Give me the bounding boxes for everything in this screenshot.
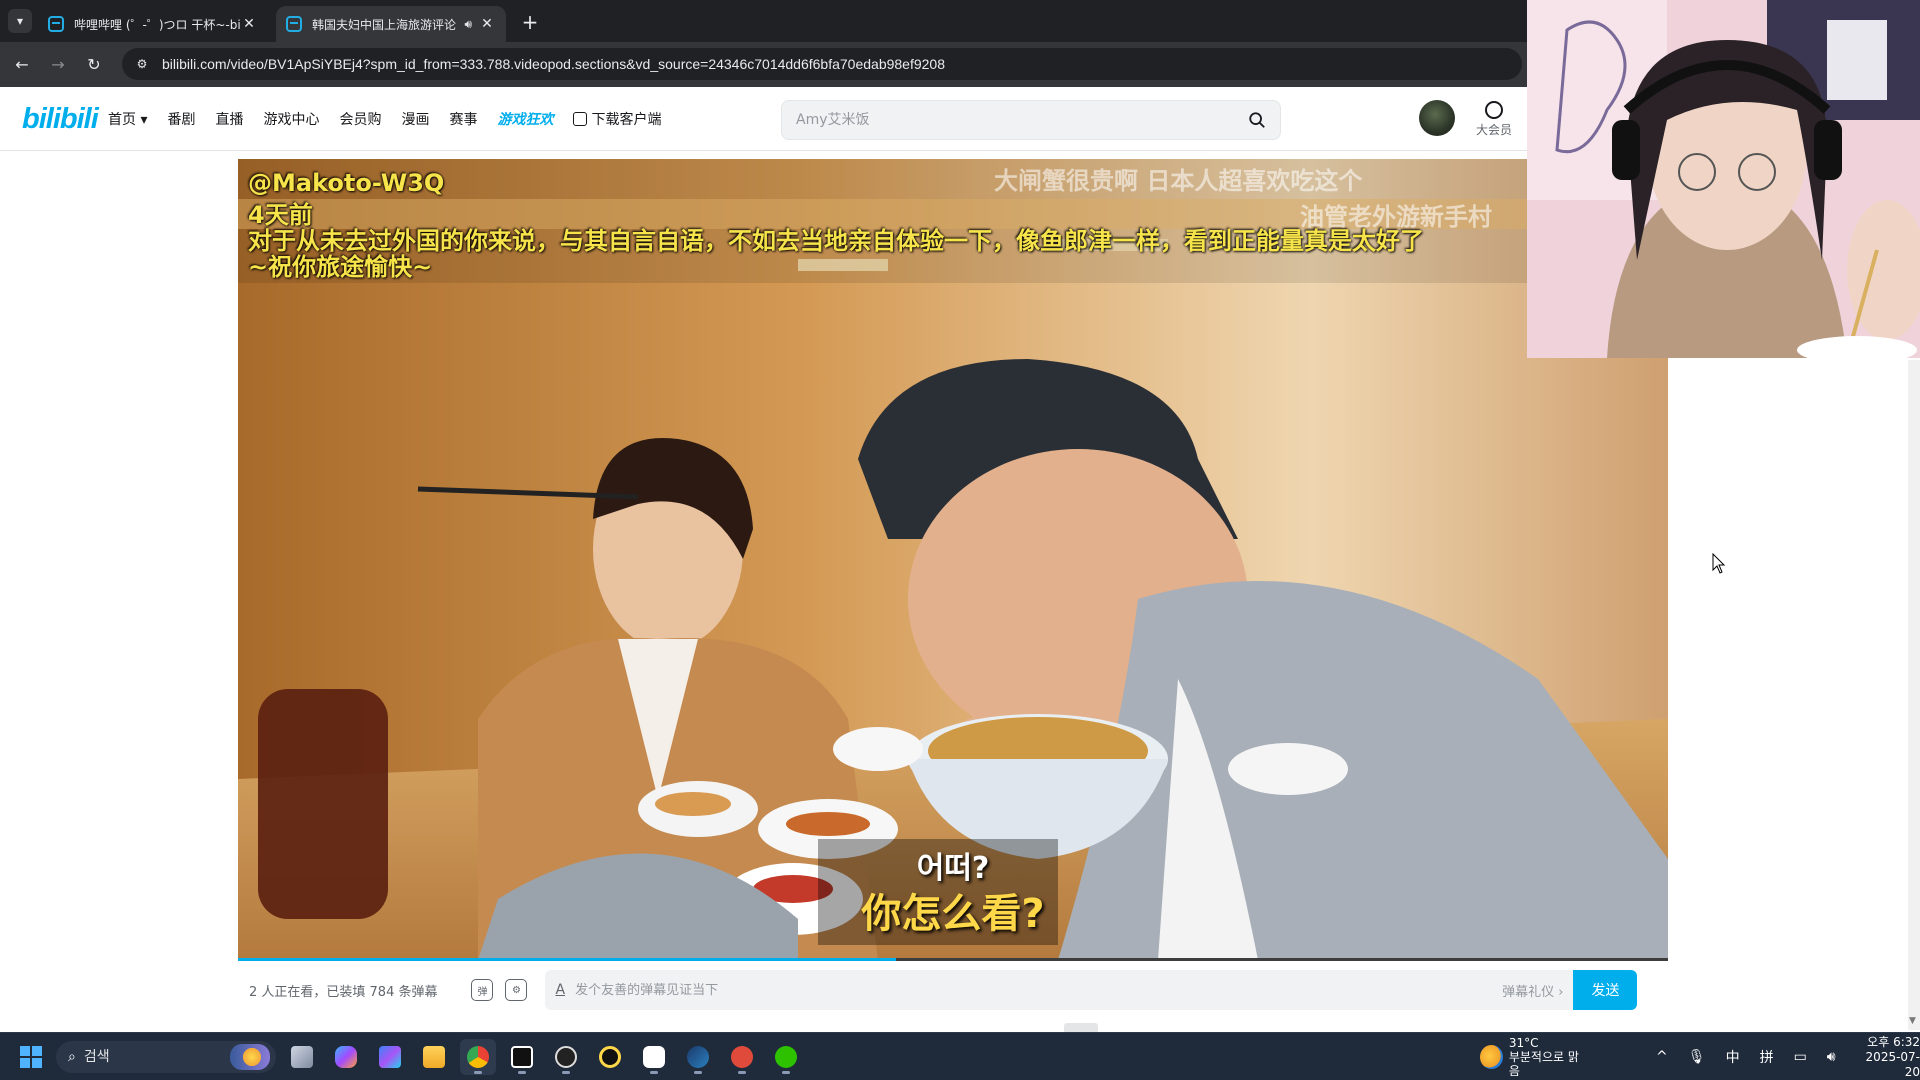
app-red-icon[interactable] xyxy=(724,1039,760,1075)
system-tray: 31°C 부분적으로 맑음 ^ 🎙︎ 中 拼 ▭ 🔊︎ 오후 6:32 2025… xyxy=(1480,1035,1920,1079)
danmaku-item: 大闸蟹很贵啊 日本人超喜欢吃这个 xyxy=(994,167,1363,195)
site-info-icon[interactable]: ⚙ xyxy=(134,56,150,72)
temperature: 31°C xyxy=(1508,1036,1539,1050)
nav-download-client[interactable]: 下载客户端 xyxy=(573,109,661,129)
nav-game-carnival[interactable]: 游戏狂欢 xyxy=(497,109,553,129)
danmaku-input[interactable] xyxy=(575,982,1503,998)
microphone-icon[interactable]: 🎙︎ xyxy=(1688,1049,1706,1065)
volume-icon[interactable]: 🔊︎ xyxy=(1827,1049,1836,1065)
taskbar-search-input[interactable] xyxy=(83,1049,230,1065)
send-danmaku-button[interactable]: 发送 xyxy=(1573,970,1638,1010)
nav-anime[interactable]: 番剧 xyxy=(167,109,195,129)
clock-date: 2025-07-20 xyxy=(1865,1049,1920,1079)
taskbar: ⌕ 31°C 부분적으로 맑음 ^ 🎙︎ 中 拼 ▭ 🔊︎ 오후 6:32 20… xyxy=(0,1032,1920,1080)
nav-manga[interactable]: 漫画 xyxy=(401,109,429,129)
task-view-icon[interactable] xyxy=(284,1039,320,1075)
bilibili-logo[interactable]: bilibili xyxy=(22,103,99,136)
bilibili-tv-icon xyxy=(48,16,64,32)
main-nav: 首页 ▾ 番剧 直播 游戏中心 会员购 漫画 赛事 游戏狂欢 下载客户端 xyxy=(108,109,661,129)
tab-title: 韩国夫妇中国上海旅游评论 xyxy=(312,17,457,32)
copilot-icon[interactable] xyxy=(328,1039,364,1075)
url-text[interactable]: bilibili.com/video/BV1ApSiYBEj4?spm_id_f… xyxy=(162,56,945,72)
search-highlight-icon xyxy=(230,1044,270,1070)
scroll-down-arrow[interactable]: ▼ xyxy=(1909,1016,1916,1026)
ime-mode[interactable]: 中 xyxy=(1726,1047,1740,1067)
vip-icon xyxy=(1485,101,1503,119)
speaker-icon[interactable]: 🔊︎ xyxy=(464,17,472,32)
search-box xyxy=(781,100,1281,140)
comment-text-2: ~祝你旅途愉快~ xyxy=(248,253,433,281)
video-progress-bar[interactable] xyxy=(238,958,1668,961)
video-progress-fill xyxy=(238,958,896,961)
back-button[interactable]: ← xyxy=(10,52,34,76)
bilibili-tv-icon xyxy=(286,16,302,32)
url-omnibox[interactable]: ⚙ bilibili.com/video/BV1ApSiYBEj4?spm_id… xyxy=(122,48,1522,80)
clock[interactable]: 오후 6:32 2025-07-20 xyxy=(1854,1035,1920,1080)
danmaku-etiquette-link[interactable]: 弹幕礼仪 › xyxy=(1502,981,1563,1000)
viewer-count: 2 人正在看，已装填 784 条弹幕 xyxy=(249,984,438,1000)
danmaku-input-wrap: A 弹幕礼仪 › xyxy=(545,970,1574,1010)
danmaku-settings-icon[interactable]: ⚙ xyxy=(505,979,528,1001)
obs-icon[interactable] xyxy=(548,1039,584,1075)
m365-icon[interactable] xyxy=(372,1039,408,1075)
search-icon[interactable] xyxy=(1248,111,1266,129)
danmaku-item: 油管老外游新手村 xyxy=(1300,203,1492,231)
steam-icon[interactable] xyxy=(680,1039,716,1075)
close-tab-icon[interactable]: ✕ xyxy=(240,15,258,33)
kakaotalk-icon[interactable] xyxy=(592,1039,628,1075)
subtitle-chinese: 你怎么看? xyxy=(861,891,1045,937)
user-avatar[interactable] xyxy=(1419,100,1455,136)
tab-title: 哔哩哔哩 (゜-゜)つロ 干杯~-bilibili xyxy=(74,17,240,32)
nav-live[interactable]: 直播 xyxy=(215,109,243,129)
nav-mall[interactable]: 会员购 xyxy=(339,109,381,129)
forward-button[interactable]: → xyxy=(46,52,70,76)
capcut-icon[interactable] xyxy=(504,1039,540,1075)
network-icon[interactable]: ▭ xyxy=(1794,1049,1807,1065)
file-explorer-icon[interactable] xyxy=(416,1039,452,1075)
qq-icon[interactable] xyxy=(636,1039,672,1075)
nav-home[interactable]: 首页 ▾ xyxy=(108,109,147,129)
weather-widget[interactable]: 31°C 부분적으로 맑음 xyxy=(1509,1036,1586,1078)
nav-game-center[interactable]: 游戏中心 xyxy=(263,109,319,129)
danmaku-send-bar: 2 人正在看，已装填 784 条弹幕 弹 ⚙ A 弹幕礼仪 › 发送 xyxy=(238,966,1668,1014)
webcam-overlay xyxy=(1527,0,1920,358)
browser-tab-2[interactable]: 韩国夫妇中国上海旅游评论 🔊︎ ✕ xyxy=(276,6,506,42)
danmaku-style-icon[interactable]: A xyxy=(555,982,565,998)
ime-pinyin[interactable]: 拼 xyxy=(1760,1047,1774,1067)
weather-condition: 부분적으로 맑음 xyxy=(1508,1050,1579,1078)
tab-search-button[interactable]: ▾ xyxy=(8,9,32,33)
page-scrollbar[interactable] xyxy=(1908,360,1920,1030)
nav-esports[interactable]: 赛事 xyxy=(449,109,477,129)
chevron-up-icon[interactable]: ^ xyxy=(1656,1049,1668,1065)
comment-username: @Makoto-W3Q xyxy=(248,169,445,197)
chrome-icon[interactable] xyxy=(460,1039,496,1075)
webcam-feed xyxy=(1527,0,1920,358)
taskbar-apps xyxy=(284,1039,804,1075)
taskbar-search[interactable]: ⌕ xyxy=(56,1041,276,1073)
windows-start-icon[interactable] xyxy=(20,1046,42,1068)
wechat-icon[interactable] xyxy=(768,1039,804,1075)
danmaku-toggle-icon[interactable]: 弹 xyxy=(471,979,494,1001)
new-tab-button[interactable]: + xyxy=(516,8,544,36)
clock-time: 오후 6:32 xyxy=(1867,1034,1920,1049)
weather-icon[interactable] xyxy=(1480,1045,1503,1069)
search-input[interactable] xyxy=(796,112,1248,128)
download-icon xyxy=(573,112,588,126)
video-player[interactable]: @Makoto-W3Q 4天前 对于从未去过外国的你来说，与其自言自语，不如去当… xyxy=(238,159,1668,960)
reload-button[interactable]: ↻ xyxy=(82,52,106,76)
mouse-cursor-icon xyxy=(1712,553,1726,574)
vip-entry[interactable]: 大会员 xyxy=(1472,101,1516,138)
search-icon: ⌕ xyxy=(68,1049,76,1065)
close-tab-icon[interactable]: ✕ xyxy=(478,15,496,33)
browser-tab-1[interactable]: 哔哩哔哩 (゜-゜)つロ 干杯~-bilibili ✕ xyxy=(38,6,268,42)
